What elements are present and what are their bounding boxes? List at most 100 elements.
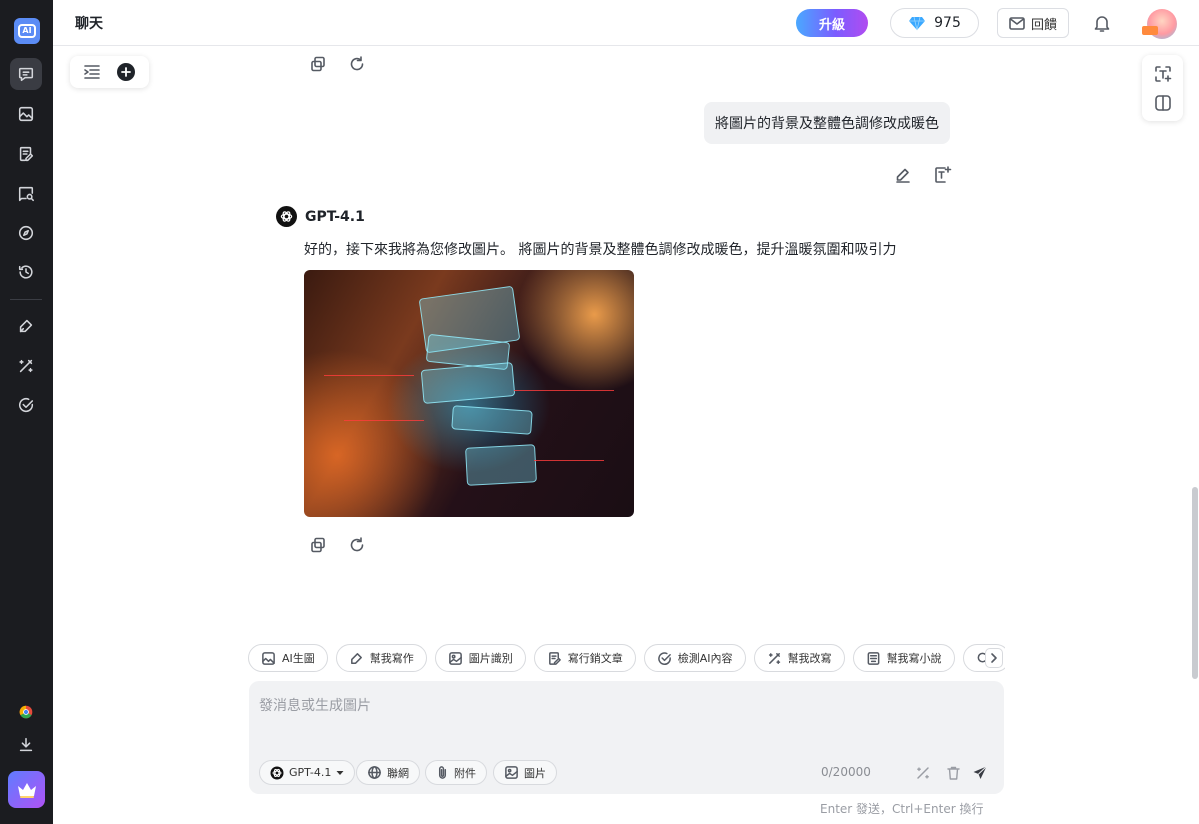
copy-icon <box>311 56 325 72</box>
select-text-button[interactable] <box>933 165 953 185</box>
image-scan-icon <box>448 651 462 665</box>
edit-message-button[interactable] <box>893 165 913 185</box>
membership-crown-button[interactable] <box>8 771 45 808</box>
image-upload-label: 圖片 <box>524 766 546 780</box>
scrollbar[interactable] <box>1192 487 1198 679</box>
gems-balance[interactable]: 975 <box>890 8 979 38</box>
chrome-icon <box>19 705 33 719</box>
clear-button[interactable] <box>944 764 962 782</box>
quick-action-ai-detect[interactable]: 檢測AI內容 <box>643 644 746 672</box>
new-chat-icon[interactable] <box>116 62 136 82</box>
openai-logo-icon <box>270 766 284 779</box>
notification-button[interactable] <box>1093 13 1111 37</box>
generated-image[interactable] <box>304 270 634 517</box>
message-composer: GPT-4.1 聯網 附件 圖片 0/20000 <box>249 681 1004 794</box>
image-detail <box>344 420 424 421</box>
message-input[interactable] <box>259 695 989 735</box>
magic-wand-icon <box>768 652 780 664</box>
send-button[interactable] <box>971 764 989 782</box>
quick-action-label: AI生圖 <box>282 652 315 665</box>
image-upload-button[interactable]: 圖片 <box>493 760 557 785</box>
regenerate-button[interactable] <box>347 54 367 74</box>
left-sidebar: AI <box>0 0 53 824</box>
top-bar: 聊天 升級 975 回饋 <box>53 0 1199 46</box>
refresh-icon <box>350 56 364 71</box>
openai-logo-icon <box>276 206 297 227</box>
assistant-header: GPT-4.1 <box>276 206 365 227</box>
sidebar-item-chat[interactable] <box>10 58 42 90</box>
chat-list-icon[interactable] <box>83 64 101 80</box>
avatar-badge <box>1142 26 1158 35</box>
right-tools <box>1142 55 1183 121</box>
image-icon <box>262 651 275 665</box>
attach-label: 附件 <box>454 766 476 780</box>
check-circle-icon <box>657 651 671 665</box>
quick-action-ai-image[interactable]: AI生圖 <box>248 644 328 672</box>
copy-icon <box>311 537 325 553</box>
sidebar-item-ai-detect[interactable] <box>10 389 42 421</box>
quick-action-novel[interactable]: 幫我寫小說 <box>852 644 955 672</box>
gems-count: 975 <box>934 15 961 31</box>
globe-icon <box>368 766 381 779</box>
image-detail <box>324 375 414 376</box>
sidebar-item-explore[interactable] <box>10 217 42 249</box>
image-detail <box>420 362 516 404</box>
quick-action-write[interactable]: 幫我寫作 <box>335 644 427 672</box>
chevron-right-icon <box>991 653 997 663</box>
edit-icon <box>896 168 910 183</box>
image-detail <box>465 444 537 486</box>
split-panel-icon[interactable] <box>1153 93 1173 113</box>
attach-button[interactable]: 附件 <box>425 760 487 785</box>
app-logo[interactable]: AI <box>14 18 40 44</box>
trash-icon <box>946 766 960 780</box>
feedback-label: 回饋 <box>1030 17 1057 33</box>
quick-action-label: 寫行銷文章 <box>567 652 623 665</box>
document-edit-icon <box>19 146 34 162</box>
chat-tools <box>70 56 149 88</box>
sidebar-item-writing[interactable] <box>10 138 42 170</box>
optimize-prompt-button[interactable] <box>914 764 932 782</box>
quick-actions-next-button[interactable] <box>985 648 1003 668</box>
pen-icon <box>350 652 362 664</box>
pen-icon <box>19 319 33 333</box>
sidebar-item-chat-search[interactable] <box>10 178 42 210</box>
paperclip-icon <box>438 766 447 779</box>
send-icon <box>973 766 987 779</box>
compass-icon <box>18 225 34 241</box>
quick-actions: AI生圖 幫我寫作 圖片識別 寫行銷文章 檢測AI內容 幫我改寫 幫我寫小說 <box>248 644 1005 672</box>
copy-button[interactable] <box>308 54 328 74</box>
image-detail <box>451 405 533 435</box>
web-search-label: 聯網 <box>387 766 409 780</box>
crown-icon <box>17 782 36 798</box>
quick-action-marketing-article[interactable]: 寫行銷文章 <box>533 644 636 672</box>
chat-icon <box>18 67 34 82</box>
quick-action-label: 幫我寫小說 <box>886 652 942 665</box>
sidebar-divider <box>10 299 42 300</box>
sidebar-item-history[interactable] <box>10 256 42 288</box>
text-scan-icon[interactable] <box>1153 64 1173 84</box>
model-select-label: GPT-4.1 <box>289 766 332 779</box>
model-name: GPT-4.1 <box>305 208 365 225</box>
quick-action-label: 幫我寫作 <box>369 652 414 665</box>
regenerate-button[interactable] <box>347 535 367 555</box>
image-detail <box>534 460 604 461</box>
quick-action-image-recognition[interactable]: 圖片識別 <box>434 644 526 672</box>
web-search-toggle[interactable]: 聯網 <box>356 760 420 785</box>
feedback-button[interactable]: 回饋 <box>997 8 1069 38</box>
book-icon <box>867 651 879 665</box>
history-icon <box>18 265 33 279</box>
sidebar-item-chrome-extension[interactable] <box>10 696 42 728</box>
model-select[interactable]: GPT-4.1 <box>259 760 356 785</box>
text-select-icon <box>935 166 952 183</box>
sidebar-item-write[interactable] <box>10 310 42 342</box>
upgrade-button[interactable]: 升級 <box>796 9 868 37</box>
sidebar-item-rewrite[interactable] <box>10 350 42 382</box>
document-edit-icon <box>548 651 561 665</box>
user-message: 將圖片的背景及整體色調修改成暖色 <box>704 102 950 144</box>
check-circle-icon <box>18 398 34 413</box>
copy-button[interactable] <box>308 535 328 555</box>
sidebar-item-image[interactable] <box>10 98 42 130</box>
image-detail <box>514 390 614 391</box>
sidebar-item-download[interactable] <box>10 729 42 761</box>
quick-action-rewrite[interactable]: 幫我改寫 <box>753 644 845 672</box>
